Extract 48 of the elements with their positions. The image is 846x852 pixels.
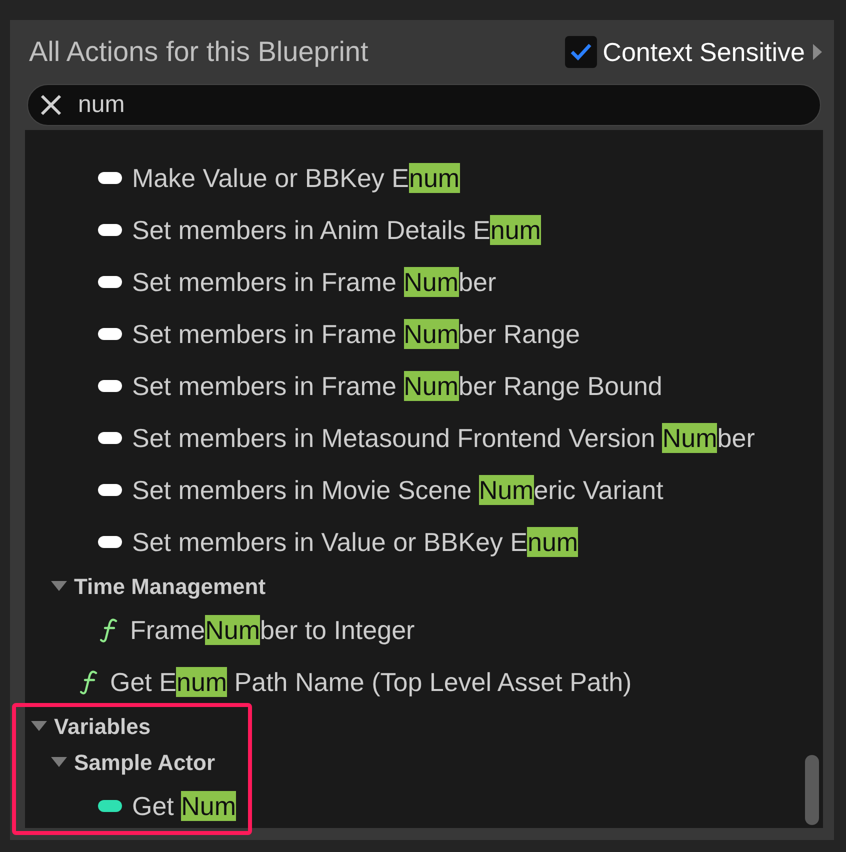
category-row[interactable]: Time Management xyxy=(25,568,823,604)
action-row[interactable]: Get Enum Path Name (Top Level Asset Path) xyxy=(25,656,823,708)
search-field[interactable]: num xyxy=(27,84,821,126)
pill-icon xyxy=(98,224,122,236)
action-label: Set members in Frame Number xyxy=(132,266,496,298)
action-row[interactable]: Make Value or BBKey Enum xyxy=(25,152,823,204)
action-label: Get Enum Path Name (Top Level Asset Path) xyxy=(110,666,632,698)
search-text: num xyxy=(78,90,125,120)
category-label: Sample Actor xyxy=(74,748,216,777)
action-row[interactable]: Get Num xyxy=(25,780,823,832)
context-checkbox[interactable] xyxy=(564,36,597,68)
panel-title: All Actions for this Blueprint xyxy=(28,35,368,69)
action-label: Set members in Anim Details Enum xyxy=(132,214,541,246)
pill-icon xyxy=(98,276,122,288)
action-row[interactable]: Set members in Movie Scene Numeric Variant xyxy=(25,464,823,516)
pill-icon xyxy=(98,536,122,548)
action-row[interactable]: Set members in Value or BBKey Enum xyxy=(25,516,823,568)
function-icon xyxy=(100,617,120,643)
check-icon xyxy=(568,42,593,62)
expand-arrow-icon[interactable] xyxy=(811,43,823,61)
action-label: Set members in Value or BBKey Enum xyxy=(132,526,578,558)
action-label: Set members in Metasound Frontend Version Number xyxy=(132,422,755,454)
scrollbar-thumb[interactable] xyxy=(805,755,819,825)
close-icon[interactable] xyxy=(40,94,62,116)
category-row[interactable]: Sample Actor xyxy=(25,744,823,780)
action-label: FrameNumber to Integer xyxy=(130,614,415,646)
action-row[interactable]: Set members in Frame Number Range xyxy=(25,308,823,360)
category-label: Time Management xyxy=(74,572,266,601)
checkbox-label: Context Sensitive xyxy=(602,36,805,68)
action-label: Set members in Movie Scene Numeric Variant xyxy=(132,474,664,506)
action-label: Make Value or BBKey Enum xyxy=(132,162,460,194)
action-row[interactable]: FrameNumber to Integer xyxy=(25,604,823,656)
pill-icon xyxy=(98,380,122,392)
action-row[interactable]: Set members in Frame Number Range Bound xyxy=(25,360,823,412)
category-label: Variables xyxy=(54,712,151,740)
function-icon xyxy=(80,669,100,695)
action-row[interactable]: Set members in Frame Number xyxy=(25,256,823,308)
action-label: Get Num xyxy=(132,790,236,822)
category-row[interactable]: Variables xyxy=(25,708,823,744)
pill-icon xyxy=(98,328,122,340)
pill-icon xyxy=(98,172,122,184)
action-row[interactable]: Set members in Metasound Frontend Version Number xyxy=(25,412,823,464)
pill-icon xyxy=(98,432,122,444)
action-label: Set members in Frame Number Range Bound xyxy=(132,370,662,402)
pill-icon xyxy=(98,484,122,496)
pill-icon xyxy=(98,800,122,812)
action-row[interactable]: Set members in Anim Details Enum xyxy=(25,204,823,256)
action-label: Set members in Frame Number Range xyxy=(132,318,580,350)
